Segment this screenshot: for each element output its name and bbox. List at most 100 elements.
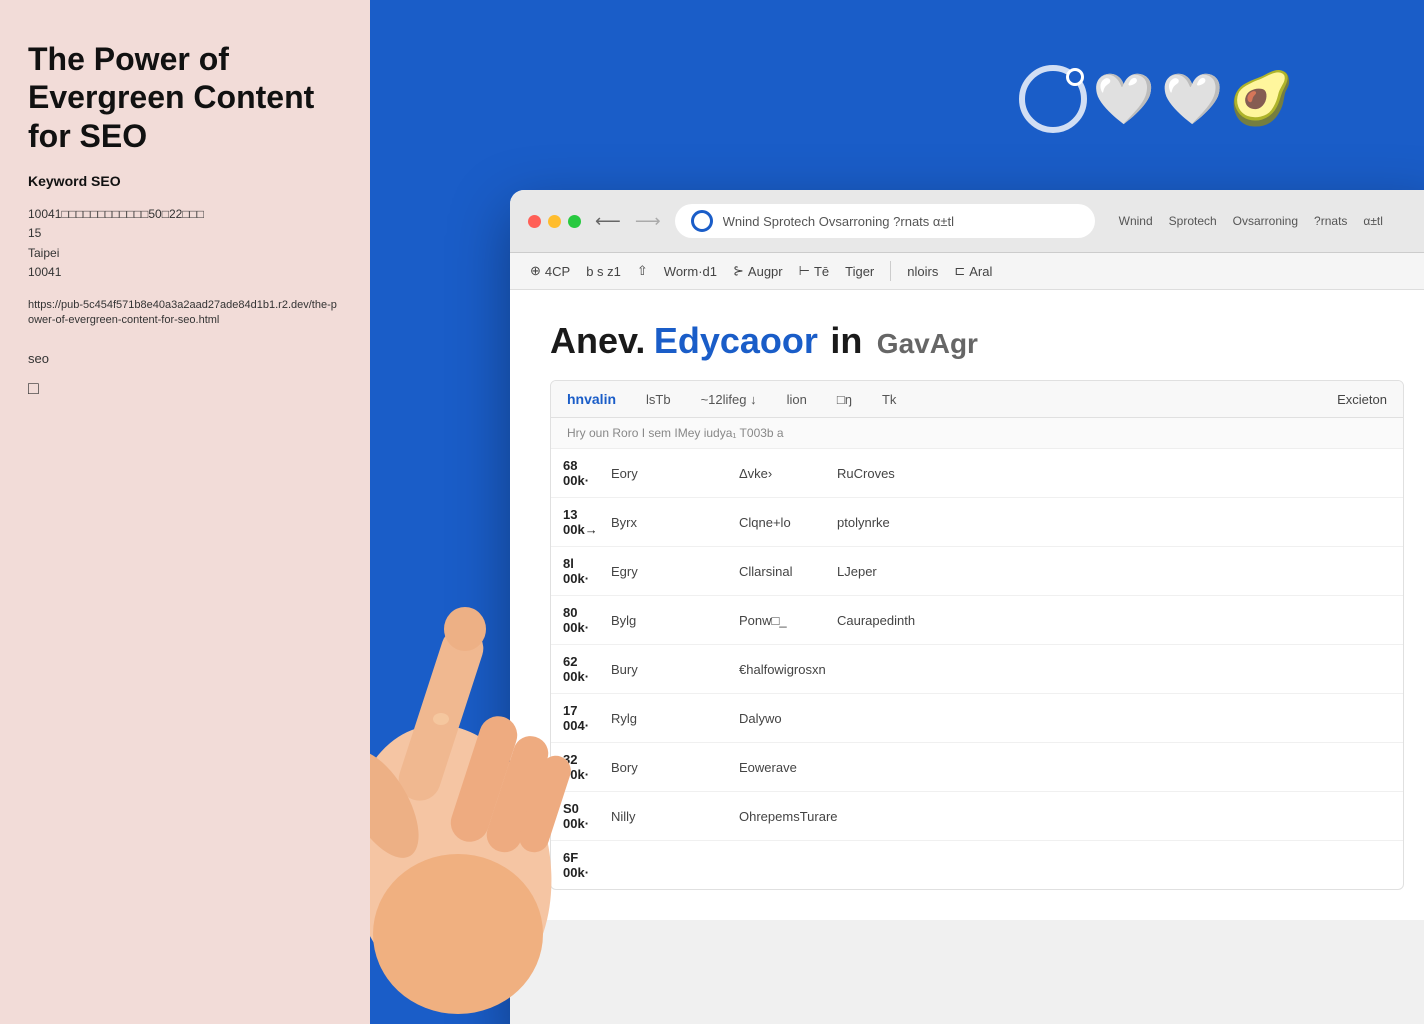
cell-num-8: S0 00k· — [563, 801, 603, 831]
toolbar-item-te[interactable]: ⊢ Tē — [799, 263, 830, 279]
content-title-area: Anev. Edycaoor in GavAgr — [550, 320, 1404, 362]
cell-name-1: Eory — [611, 466, 731, 481]
nloirs-label: nloirs — [907, 264, 938, 279]
cell-name-2: Byrx — [611, 515, 731, 530]
toolbar-item-1[interactable]: ⊕ 4CP — [530, 263, 570, 279]
toolbar-item-share[interactable]: ⇧ — [637, 263, 648, 279]
table-actions-bar: hnvalin lsTb ~12lifeg ↓ lion □ŋ Tk Excie… — [551, 381, 1403, 418]
cell-num-4: 80 00k· — [563, 605, 603, 635]
menu-item-5[interactable]: α±tl — [1363, 214, 1383, 228]
toolbar-item-2[interactable]: b s z1 — [586, 264, 621, 279]
toolbar-label-2: b s z1 — [586, 264, 621, 279]
cell-name-8: Nilly — [611, 809, 731, 824]
cell-num-7: 32 00k· — [563, 752, 603, 782]
toolbar-item-nloirs[interactable]: nloirs — [907, 264, 938, 279]
cell-name-4: Bylg — [611, 613, 731, 628]
keyword-label: Keyword SEO — [28, 173, 342, 189]
heart-blue-icon: 🤍 — [1161, 74, 1223, 124]
table-row: 32 00k· Bory Eowerave — [551, 743, 1403, 792]
menu-item-1[interactable]: Wnind — [1119, 214, 1153, 228]
cell-num-3: 8l 00k· — [563, 556, 603, 586]
traffic-lights — [528, 215, 581, 228]
share-icon: ⇧ — [637, 263, 648, 279]
small-dot-icon — [1066, 68, 1084, 86]
cell-val1-4: Ponw□_ — [739, 613, 829, 628]
cell-name-6: Rylg — [611, 711, 731, 726]
forward-button[interactable]: ⟶ — [635, 211, 661, 232]
browser-chrome: ⟵ ⟶ Wnind Sprotech Ovsarroning ?rnats α±… — [510, 190, 1424, 253]
menu-item-2[interactable]: Sprotech — [1169, 214, 1217, 228]
cell-num-6: 17 004· — [563, 703, 603, 733]
table-row: S0 00k· Nilly OhrepemsTurare — [551, 792, 1403, 841]
cell-name-3: Egry — [611, 564, 731, 579]
browser-toolbar: ⊕ 4CP b s z1 ⇧ Worm·d1 ⊱ Augpr ⊢ Tē Tige… — [510, 253, 1424, 290]
menu-item-3[interactable]: Ovsarroning — [1233, 214, 1298, 228]
cell-name-7: Bory — [611, 760, 731, 775]
cell-val1-3: Cllarsinal — [739, 564, 829, 579]
tiger-label: Tiger — [845, 264, 874, 279]
circle-outline-icon — [1019, 65, 1087, 133]
avocado-icon: 🥑 — [1229, 73, 1294, 125]
sidebar: The Power of Evergreen Content for SEO K… — [0, 0, 370, 1024]
title-word2: Edycaoor — [654, 320, 818, 361]
cell-num-2: 13 00k→ — [563, 507, 603, 537]
breadcrumb-icon: ⊏ — [954, 263, 965, 279]
cell-val1-8: OhrepemsTurare — [739, 809, 829, 824]
title-word4: GavAgr — [877, 328, 978, 359]
cell-num-1: 68 00k· — [563, 458, 603, 488]
sidebar-tag: seo — [28, 351, 342, 366]
toolbar-item-tiger[interactable]: Tiger — [845, 264, 874, 279]
address-bar[interactable]: Wnind Sprotech Ovsarroning ?rnats α±tl — [675, 204, 1095, 238]
table-col-sort[interactable]: ~12lifeg ↓ — [701, 392, 757, 407]
url-text: Wnind Sprotech Ovsarroning ?rnats α±tl — [723, 214, 1079, 229]
meta-line3: Taipei — [28, 244, 342, 263]
table-col-lion: lion — [787, 392, 807, 407]
cell-val1-7: Eowerave — [739, 760, 829, 775]
decorative-icons: 🤍 🤍 🥑 — [1019, 65, 1294, 133]
table-row: 68 00k· Eory Δvke› RuCroves — [551, 449, 1403, 498]
title-word3: in — [830, 320, 862, 361]
aral-label: Aral — [969, 264, 992, 279]
table-row: 8l 00k· Egry Cllarsinal LJeper — [551, 547, 1403, 596]
meta-line1: 10041□□□□□□□□□□□□50□22□□□ — [28, 205, 342, 224]
cell-val1-2: Clqne+lo — [739, 515, 829, 530]
table-filter-row: Hry oun Roro I sem IMey iudya₁ T003b a — [551, 418, 1403, 449]
worm-label: Worm·d1 — [664, 264, 717, 279]
menu-item-4[interactable]: ?rnats — [1314, 214, 1347, 228]
toolbar-icon-1: ⊕ — [530, 263, 541, 279]
browser-icon — [691, 210, 713, 232]
cell-val1-1: Δvke› — [739, 466, 829, 481]
minimize-button[interactable] — [548, 215, 561, 228]
page-title: The Power of Evergreen Content for SEO — [28, 40, 342, 155]
browser-menu: Wnind Sprotech Ovsarroning ?rnats α±tl — [1119, 214, 1383, 228]
toolbar-item-augpr[interactable]: ⊱ Augpr — [733, 263, 783, 279]
table-col-invalid: hnvalin — [567, 391, 616, 407]
browser-content: Anev. Edycaoor in GavAgr hnvalin lsTb ~1… — [510, 290, 1424, 920]
cell-name-5: Bury — [611, 662, 731, 677]
te-icon: ⊢ — [799, 263, 810, 279]
close-button[interactable] — [528, 215, 541, 228]
toolbar-label-1: 4CP — [545, 264, 570, 279]
meta-line2: 15 — [28, 224, 342, 243]
sidebar-tag-icon: □ — [28, 378, 342, 399]
back-button[interactable]: ⟵ — [595, 211, 621, 232]
meta-line4: 10041 — [28, 263, 342, 282]
augpr-label: Augpr — [748, 264, 783, 279]
maximize-button[interactable] — [568, 215, 581, 228]
table-row: 62 00k· Bury €halfowigrosxn — [551, 645, 1403, 694]
data-table: hnvalin lsTb ~12lifeg ↓ lion □ŋ Tk Excie… — [550, 380, 1404, 890]
toolbar-item-aral[interactable]: ⊏ Aral — [954, 263, 992, 279]
toolbar-item-worm[interactable]: Worm·d1 — [664, 264, 717, 279]
cell-num-5: 62 00k· — [563, 654, 603, 684]
heart-pink-icon: 🤍 — [1093, 74, 1155, 124]
cell-val1-5: €halfowigrosxn — [739, 662, 829, 677]
meta-info: 10041□□□□□□□□□□□□50□22□□□ 15 Taipei 1004… — [28, 205, 342, 282]
table-col-arrow: □ŋ — [837, 392, 852, 407]
table-col-excieton[interactable]: Excieton — [1337, 392, 1387, 407]
cell-val2-3: LJeper — [837, 564, 1117, 579]
table-row: 13 00k→ Byrx Clqne+lo ptolynrke — [551, 498, 1403, 547]
sidebar-url[interactable]: https://pub-5c454f571b8e40a3a2aad27ade84… — [28, 298, 342, 329]
cell-val2-1: RuCroves — [837, 466, 1117, 481]
table-row: 17 004· Rylg Dalywo — [551, 694, 1403, 743]
table-col-tk: Tk — [882, 392, 896, 407]
